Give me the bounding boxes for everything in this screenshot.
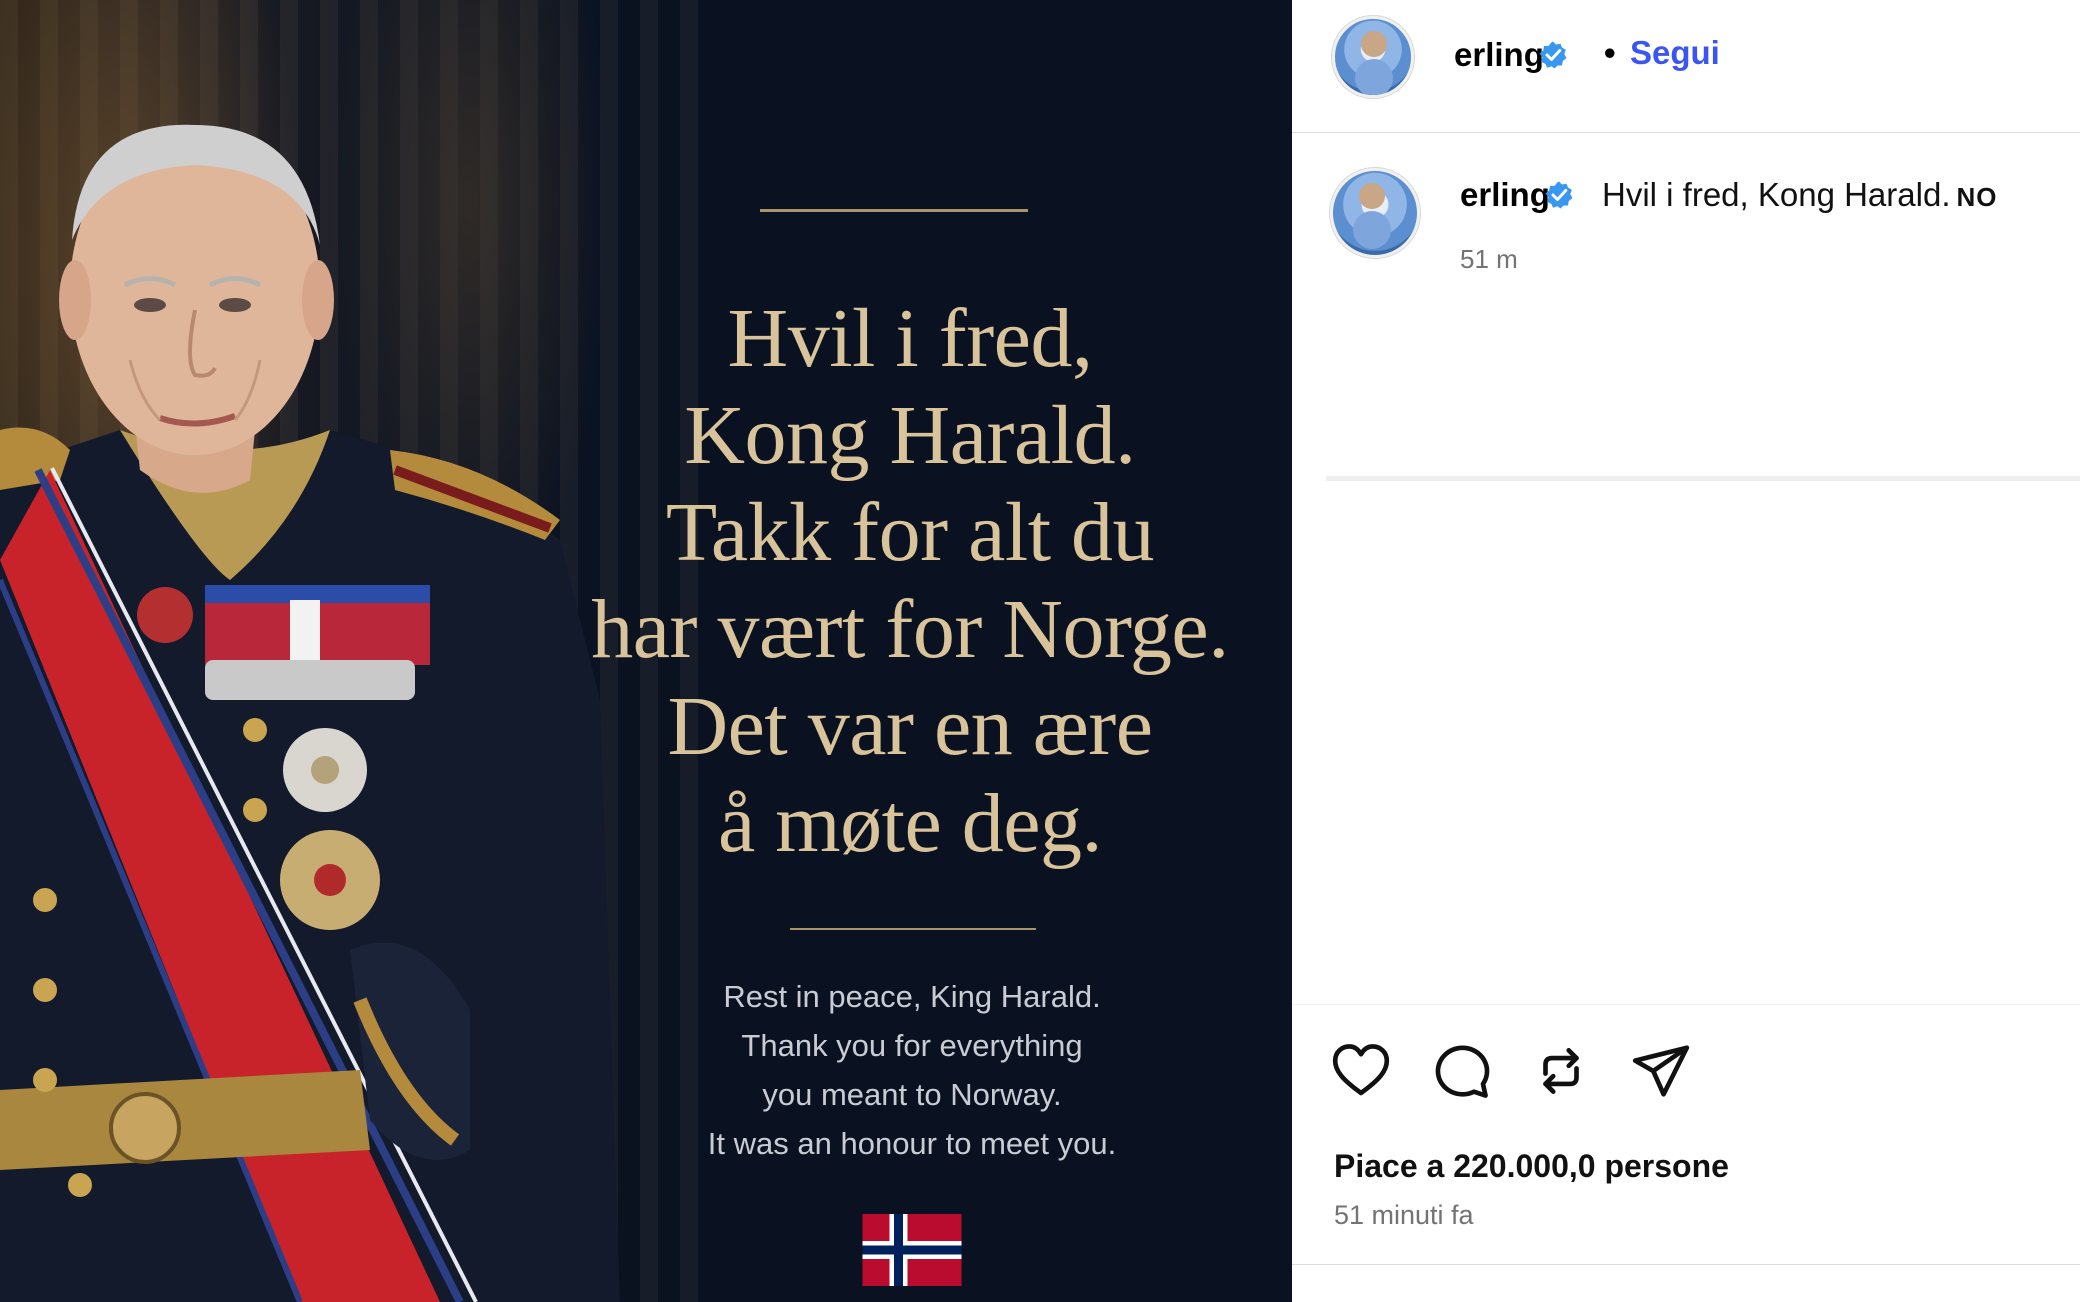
flag-code: NO [1956,182,1998,212]
likes-count[interactable]: Piace a 220.000,0 persone [1334,1148,1729,1185]
post-image[interactable]: Hvil i fred, Kong Harald. Takk for alt d… [0,0,1292,1302]
bottom-divider [1292,1264,2080,1265]
norwegian-message: Hvil i fred, Kong Harald. Takk for alt d… [560,290,1260,872]
caption-text: Hvil i fred, Kong Harald. NO [1602,176,1997,214]
english-line: you meant to Norway. [762,1077,1062,1112]
repost-icon [1543,1048,1579,1094]
actions-divider [1292,1004,2080,1005]
top-gold-rule [760,209,1028,212]
post-timestamp[interactable]: 51 minuti fa [1334,1200,1474,1231]
comment-button[interactable] [1430,1040,1492,1102]
message-line: Hvil i fred, [727,292,1093,385]
english-line: It was an honour to meet you. [707,1126,1117,1161]
caption-timestamp[interactable]: 51 m [1460,244,1518,275]
repost-button[interactable] [1530,1040,1592,1102]
share-button[interactable] [1630,1040,1692,1102]
caption-body: Hvil i fred, Kong Harald. [1602,176,1951,213]
like-button[interactable] [1330,1040,1392,1102]
follow-button[interactable]: Segui [1630,34,1720,72]
caption-username[interactable]: erling [1460,176,1550,214]
caption: erling Hvil i fred, Kong Harald. NO 51 m [1292,160,2080,280]
english-line: Thank you for everything [741,1028,1083,1063]
author-username[interactable]: erling [1454,36,1544,74]
verified-badge-icon [1539,41,1567,69]
author-avatar[interactable] [1332,16,1414,98]
bottom-gold-rule [790,928,1036,930]
english-message: Rest in peace, King Harald. Thank you fo… [612,972,1212,1168]
message-line: Takk for alt du [665,486,1155,579]
message-line: å møte deg. [717,777,1103,870]
message-line: har vært for Norge. [591,583,1229,676]
comments-divider [1326,476,2080,481]
share-icon [1632,1045,1690,1097]
post-panel: erling • Segui erling Hvil i fred, Kong … [1292,0,2080,1302]
message-line: Det var en ære [667,680,1153,773]
comment-icon [1435,1045,1490,1098]
message-line: Kong Harald. [684,389,1136,482]
header-separator: • [1604,34,1616,71]
verified-badge-icon [1545,181,1573,209]
norway-flag-icon [862,1214,962,1286]
heart-icon [1332,1044,1390,1096]
english-line: Rest in peace, King Harald. [723,979,1101,1014]
post-header: erling • Segui [1292,0,2080,133]
caption-avatar[interactable] [1330,168,1420,258]
